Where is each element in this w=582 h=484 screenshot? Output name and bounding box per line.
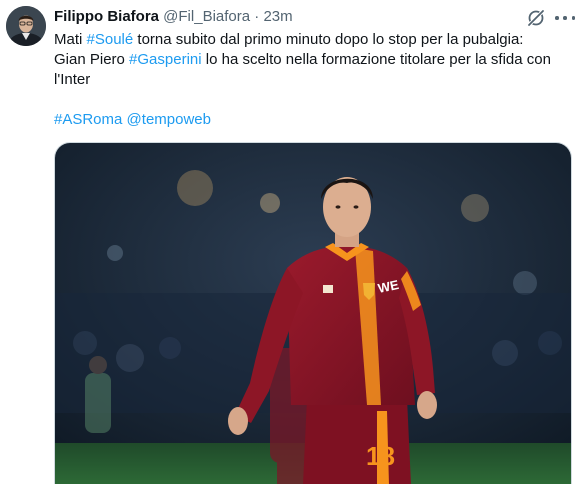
hashtag-link[interactable]: #Soulé	[87, 31, 134, 48]
text-segment: lo ha scelto nella formazione titolare p…	[201, 51, 551, 68]
tweet-tags-line: #ASRoma @tempoweb	[54, 110, 574, 130]
text-segment: torna subito dal primo minuto dopo lo st…	[133, 31, 524, 48]
author-handle[interactable]: @Fil_Biafora	[163, 8, 250, 25]
shirt-number: 18	[366, 441, 395, 471]
timestamp[interactable]: 23m	[263, 8, 292, 25]
author-name[interactable]: Filippo Biafora	[54, 8, 159, 25]
text-gap	[54, 90, 574, 110]
grok-icon[interactable]	[526, 8, 546, 28]
text-segment: Gian Piero	[54, 51, 130, 68]
tweet-text-line: l'Inter	[54, 70, 574, 90]
tweet-text-line: Mati #Soulé torna subito dal primo minut…	[54, 30, 574, 50]
text-segment: Mati	[54, 31, 87, 48]
hashtag-link[interactable]: #Gasperini	[129, 51, 202, 68]
tweet-media-photo[interactable]: 18 WE	[54, 142, 572, 484]
tweet-text-line: Gian Piero #Gasperini lo ha scelto nella…	[54, 50, 574, 70]
more-icon[interactable]	[555, 8, 575, 28]
tweet: Filippo Biafora @Fil_Biafora · 23m Mati …	[0, 0, 582, 484]
tweet-text: Mati #Soulé torna subito dal primo minut…	[54, 30, 574, 130]
mention-link[interactable]: @tempoweb	[127, 111, 211, 128]
separator-dot: ·	[254, 8, 260, 25]
hashtag-link[interactable]: #ASRoma	[54, 111, 122, 128]
text-segment: l'Inter	[54, 71, 91, 88]
tweet-header: Filippo Biafora @Fil_Biafora · 23m	[54, 7, 293, 27]
author-avatar[interactable]	[6, 6, 46, 46]
